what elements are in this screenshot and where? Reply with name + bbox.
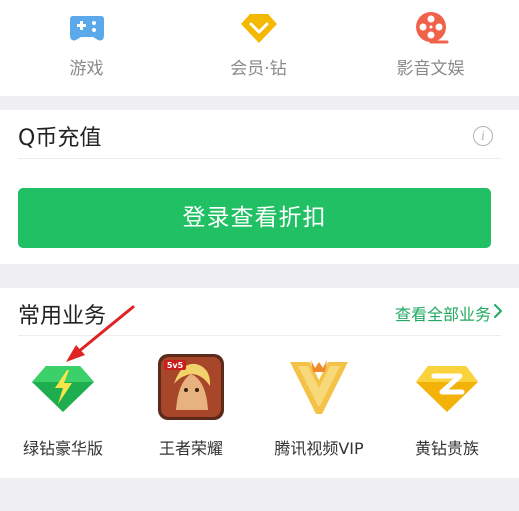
info-icon[interactable]: i (473, 126, 493, 146)
business-title: 常用业务 (18, 304, 107, 329)
category-membership[interactable]: 会员·钻 (172, 8, 345, 79)
honor-of-kings-icon: 5v5 (158, 354, 224, 420)
category-games-label: 游戏 (69, 59, 104, 79)
common-business-card: 常用业务 查看全部业务 绿钻豪华版 5v5 王者荣耀 腾讯视频VIP 黄钻贵族 (0, 288, 519, 478)
chevron-right-icon[interactable] (491, 302, 505, 320)
qcoin-card: Q币充值 i 登录查看折扣 (0, 110, 519, 264)
tencent-video-vip-icon (290, 360, 348, 414)
service-yellow-diamond-label: 黄钻贵族 (414, 439, 479, 458)
green-diamond-icon (32, 366, 94, 412)
gamepad-icon (69, 16, 104, 41)
service-honor-of-kings[interactable]: 5v5 王者荣耀 (126, 352, 256, 459)
login-view-discount-button[interactable]: 登录查看折扣 (18, 188, 491, 248)
service-honor-of-kings-label: 王者荣耀 (158, 439, 223, 458)
category-entertainment-label: 影音文娱 (396, 59, 465, 79)
category-card: 游戏 会员·钻 影音文娱 (0, 0, 519, 96)
service-green-diamond[interactable]: 绿钻豪华版 (0, 352, 128, 459)
film-reel-icon (415, 12, 448, 44)
yellow-diamond-icon (416, 366, 478, 412)
category-entertainment[interactable]: 影音文娱 (344, 8, 517, 79)
service-tencent-video-vip[interactable]: 腾讯视频VIP (254, 352, 384, 459)
divider (18, 335, 501, 336)
service-tencent-video-vip-label: 腾讯视频VIP (274, 439, 364, 458)
svg-text:5v5: 5v5 (167, 361, 184, 370)
view-all-business-link[interactable]: 查看全部业务 (395, 301, 491, 325)
category-membership-label: 会员·钻 (230, 59, 287, 79)
service-green-diamond-label: 绿钻豪华版 (22, 439, 103, 458)
qcoin-title: Q币充值 (18, 126, 102, 151)
diamond-icon (240, 14, 277, 43)
service-yellow-diamond[interactable]: 黄钻贵族 (382, 352, 512, 459)
category-games[interactable]: 游戏 (0, 8, 173, 79)
divider (18, 158, 501, 159)
